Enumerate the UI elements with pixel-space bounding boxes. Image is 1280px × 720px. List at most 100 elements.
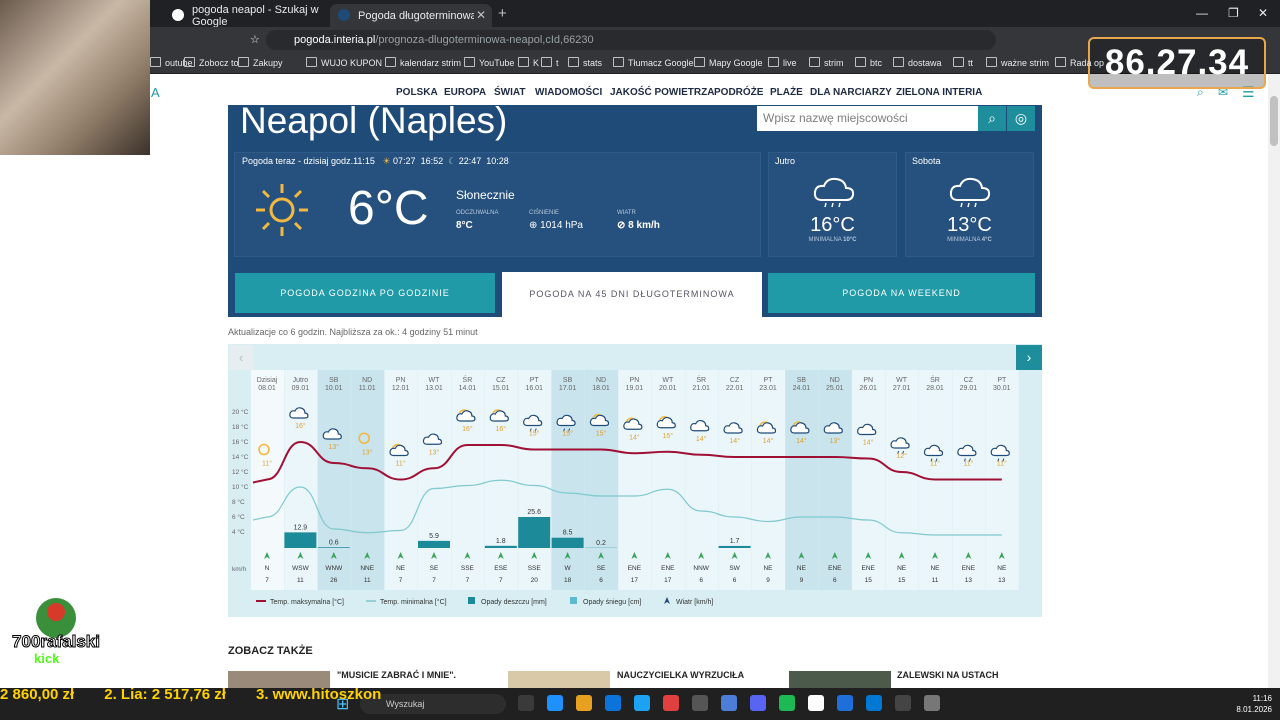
bookmark-item[interactable]: tt [953,57,973,68]
tab-google-search[interactable]: pogoda neapol - Szukaj w Google [164,4,334,28]
clock[interactable]: 11:16 8.01.2026 [1232,693,1272,715]
bookmark-item[interactable]: Mapy Google [694,57,763,68]
bookmark-item[interactable]: ważne strim [986,57,1049,68]
taskbar-app-icon[interactable] [692,695,708,711]
bookmark-item[interactable]: K [518,57,539,68]
rain-bar [484,545,517,548]
nav-link[interactable]: ŚWIAT [494,87,525,98]
bookmark-item[interactable]: strim [809,57,844,68]
wind-direction-label: NE [997,565,1007,572]
bookmark-item[interactable]: t [541,57,559,68]
minimize-icon[interactable]: — [1196,6,1208,20]
address-bar[interactable]: pogoda.interia.pl/prognoza-dlugoterminow… [266,30,996,50]
maximize-icon[interactable]: ❐ [1228,6,1239,20]
day-label: ŚR [930,375,940,384]
saturday-label: Sobota [912,156,941,166]
taskbar-app-icon[interactable] [837,695,853,711]
y-tick-label: 18 °C [232,423,249,431]
y-tick-label: 10 °C [232,483,249,491]
bookmark-item[interactable]: live [768,57,797,68]
taskbar-app-icon[interactable] [808,695,824,711]
locate-button[interactable]: ◎ [1007,106,1035,131]
wind-speed-label: 11 [932,577,939,584]
article-thumbnail[interactable] [789,671,891,688]
taskbar-app-icon[interactable] [895,695,911,711]
taskbar-app-icon[interactable] [721,695,737,711]
day-label: Dzisiaj [257,377,278,384]
bookmark-item[interactable]: Tłumacz Google [613,57,694,68]
nav-link[interactable]: EUROPA [444,87,486,98]
search-button[interactable]: ⌕ [978,106,1006,131]
scrollbar-thumb[interactable] [1270,96,1278,146]
bookmark-item[interactable]: btc [855,57,882,68]
current-weather-header: Pogoda teraz - dzisiaj godz.11:15 ☀ 07:2… [242,156,509,166]
bookmark-item[interactable]: Zobocz to [184,57,239,68]
taskbar-app-icon[interactable] [924,695,940,711]
taskbar-app-icon[interactable] [634,695,650,711]
nav-link[interactable]: JAKOŚĆ POWIETRZA [610,87,714,98]
date-label: 26.01 [859,385,877,392]
wind-direction-label: NE [897,565,907,572]
tab-interia-weather[interactable]: Pogoda długoterminowa Neapol✕ [330,4,492,27]
bookmark-item[interactable]: kalendarz strim [385,57,461,68]
legend-min-temp: Temp. minimalna [°C] [380,598,447,606]
nav-link[interactable]: WIADOMOŚCI [535,87,602,98]
wind-direction-label: W [565,565,572,572]
taskbar-app-icon[interactable] [866,695,882,711]
taskbar-app-icon[interactable] [518,695,534,711]
wind-direction-label: NNW [693,565,709,572]
wind-direction-label: NNE [360,565,374,572]
taskbar-app-icon[interactable] [779,695,795,711]
bookmark-star-icon[interactable]: ☆ [250,33,260,46]
bookmark-item[interactable]: Zakupy [238,57,283,68]
bookmark-item[interactable]: Rada op [1055,57,1104,68]
taskbar-app-icon[interactable] [605,695,621,711]
streamer-logo: 700rafalski kick [4,594,108,668]
taskbar-app-icon[interactable] [663,695,679,711]
tab-hourly[interactable]: POGODA GODZINA PO GODZINIE [235,273,495,313]
new-tab-icon[interactable]: + [498,5,507,22]
taskbar-app-icon[interactable] [750,695,766,711]
feels-like-value: 8°C [456,220,473,231]
y-tick-label: 4 °C [232,528,245,536]
tab-45-day[interactable]: POGODA NA 45 DNI DŁUGOTERMINOWA [502,272,762,318]
tab-weekend[interactable]: POGODA NA WEEKEND [768,273,1035,313]
article-title[interactable]: ZALEWSKI NA USTACH [897,670,999,680]
bookmark-item[interactable]: stats [568,57,602,68]
taskbar-app-icon[interactable] [576,695,592,711]
nav-link[interactable]: ZIELONA INTERIA [896,87,982,98]
bookmark-item[interactable]: WUJO KUPON [306,57,382,68]
scrollbar[interactable] [1268,74,1280,688]
icon-temp-label: 11° [963,460,973,468]
nav-link[interactable]: PODRÓŻE [714,87,763,98]
saturday-min: MINIMALNA 4°C [947,237,992,243]
article-title[interactable]: "MUSICIE ZABRAĆ I MNIE". [337,670,456,680]
bookmark-item[interactable]: dostawa [893,57,942,68]
rain-bar [551,537,584,548]
icon-temp-label: 14° [796,437,807,445]
rain-bar [418,540,450,548]
site-logo-fragment[interactable]: A [151,85,160,100]
location-search-input[interactable]: Wpisz nazwę miejscowości [757,106,978,131]
nav-link[interactable]: POLSKA [396,87,438,98]
wind-speed-label: 6 [599,577,603,584]
chart-prev-button[interactable]: ‹ [229,345,253,370]
bookmark-item[interactable]: YouTube [464,57,514,68]
icon-temp-label: 14° [763,437,774,445]
current-temperature: 6°C [348,182,429,235]
taskbar-app-icon[interactable] [547,695,563,711]
nav-link[interactable]: DLA NARCIARZY [810,87,892,98]
rain-value-label: 8.5 [563,530,573,537]
wind-direction-label: SSE [461,565,475,572]
article-title[interactable]: NAUCZYCIELKA WYRZUCIŁA [617,670,744,680]
google-icon [172,9,184,21]
nav-link[interactable]: PLAŻE [770,87,803,98]
close-window-icon[interactable]: ✕ [1258,6,1268,20]
chart-next-button[interactable]: › [1016,345,1042,370]
rain-value-label: 0.6 [329,539,339,546]
interia-icon [338,9,350,21]
close-tab-icon[interactable]: ✕ [476,8,486,22]
article-thumbnail[interactable] [508,671,610,688]
date-label: 12.01 [392,385,410,392]
y-tick-label: 16 °C [232,438,249,446]
